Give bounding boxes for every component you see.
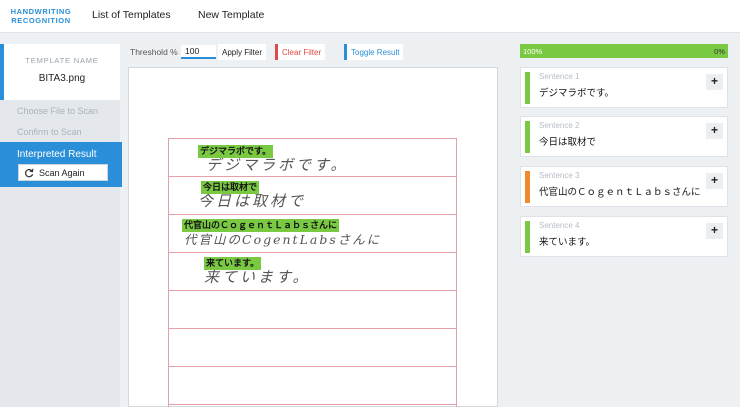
form-line xyxy=(168,328,457,329)
ruled-form: デジマラボです。 今日は取材で 代官山のCogentLabsさんに 来ています。… xyxy=(168,138,457,407)
form-line xyxy=(168,404,457,405)
nav-list-of-templates[interactable]: List of Templates xyxy=(92,9,171,21)
progress-right-label: 0% xyxy=(714,47,725,56)
step-interpreted-label: Interpreted Result xyxy=(17,149,97,160)
form-line xyxy=(168,176,457,177)
recognition-highlight-2[interactable]: 今日は取材で xyxy=(201,181,260,194)
expand-sentence-button[interactable]: + xyxy=(706,74,723,90)
sentence-label: Sentence 2 xyxy=(539,121,580,130)
confidence-progress-bar: 100% 0% xyxy=(520,44,728,58)
sentence-card-3[interactable]: Sentence 3 代官山のＣｏｇｅｎｔＬａｂｓさんに + xyxy=(520,166,728,207)
sentence-label: Sentence 3 xyxy=(539,171,580,180)
recognition-highlight-3[interactable]: 代官山のＣｏｇｅｎｔＬａｂｓさんに xyxy=(182,219,340,232)
sentence-card-2[interactable]: Sentence 2 今日は取材で + xyxy=(520,116,728,157)
recognition-highlight-4[interactable]: 来ています。 xyxy=(204,257,262,270)
sentence-text: 来ています。 xyxy=(539,237,596,248)
threshold-input[interactable] xyxy=(181,45,216,59)
expand-sentence-button[interactable]: + xyxy=(706,223,723,239)
sentence-status-bar xyxy=(525,221,530,253)
refresh-icon xyxy=(24,168,34,177)
progress-fill xyxy=(520,44,728,58)
sentence-status-bar xyxy=(525,72,530,104)
threshold-label: Threshold % xyxy=(130,47,178,57)
form-line xyxy=(168,138,457,139)
sentence-card-1[interactable]: Sentence 1 デジマラボです。 + xyxy=(520,67,728,108)
toggle-result-button[interactable]: Toggle Result xyxy=(344,44,404,60)
template-card: TEMPLATE NAME BITA3.png xyxy=(0,44,120,100)
sentence-label: Sentence 1 xyxy=(539,72,580,81)
form-line xyxy=(168,290,457,291)
sentence-text: 代官山のＣｏｇｅｎｔＬａｂｓさんに xyxy=(539,187,701,198)
logo-line-1: HANDWRITING xyxy=(10,7,72,16)
progress-left-label: 100% xyxy=(523,47,543,56)
sentence-status-bar xyxy=(525,121,530,153)
apply-filter-button[interactable]: Apply Filter xyxy=(218,44,267,60)
template-file-name: BITA3.png xyxy=(38,73,86,84)
form-line xyxy=(168,366,457,367)
form-line xyxy=(168,252,457,253)
sentence-status-bar xyxy=(525,171,530,203)
expand-sentence-button[interactable]: + xyxy=(706,173,723,189)
app-logo[interactable]: HANDWRITING RECOGNITION xyxy=(10,7,72,25)
step-interpreted-result: Interpreted Result Scan Again xyxy=(0,142,122,187)
sidebar: TEMPLATE NAME BITA3.png Choose File to S… xyxy=(0,44,122,407)
scan-again-label: Scan Again xyxy=(39,167,85,178)
form-line xyxy=(168,214,457,215)
sentence-label: Sentence 4 xyxy=(539,221,580,230)
nav-new-template[interactable]: New Template xyxy=(198,9,264,21)
step-confirm-scan[interactable]: Confirm to Scan xyxy=(17,127,82,137)
sentence-text: デジマラボです。 xyxy=(539,88,615,99)
expand-sentence-button[interactable]: + xyxy=(706,123,723,139)
sentence-card-4[interactable]: Sentence 4 来ています。 + xyxy=(520,216,728,257)
sentence-text: 今日は取材で xyxy=(539,137,597,148)
scanned-document: デジマラボです。 今日は取材で 代官山のCogentLabsさんに 来ています。… xyxy=(128,67,498,407)
template-name-label: TEMPLATE NAME xyxy=(25,56,99,65)
step-choose-file[interactable]: Choose File to Scan xyxy=(17,106,98,116)
recognition-highlight-1[interactable]: デジマラボです。 xyxy=(198,145,274,158)
clear-filter-button[interactable]: Clear Filter xyxy=(275,44,326,60)
logo-line-2: RECOGNITION xyxy=(11,16,71,25)
top-navbar: HANDWRITING RECOGNITION List of Template… xyxy=(0,0,740,33)
scan-again-button[interactable]: Scan Again xyxy=(18,164,108,181)
